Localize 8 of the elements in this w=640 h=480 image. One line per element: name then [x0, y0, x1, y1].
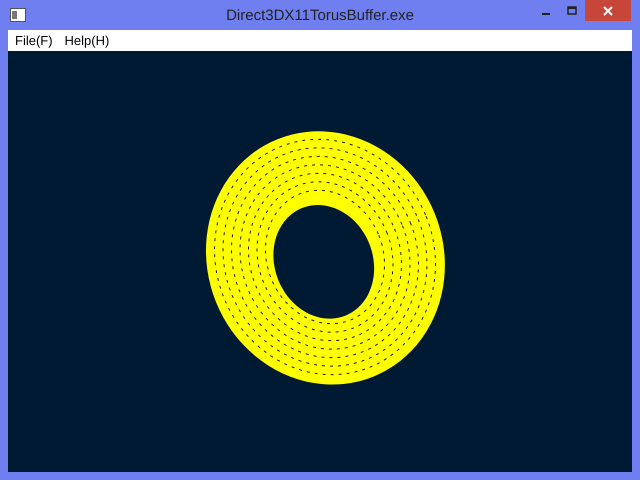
app-icon — [10, 8, 26, 22]
minimize-icon — [542, 12, 550, 14]
maximize-icon — [567, 6, 577, 16]
menu-item[interactable]: File(F) — [9, 30, 59, 50]
menu-item[interactable]: Help(H) — [58, 30, 116, 50]
window-title: Direct3DX11TorusBuffer.exe — [226, 6, 414, 26]
close-icon — [603, 6, 613, 16]
close-button[interactable] — [585, 0, 631, 21]
